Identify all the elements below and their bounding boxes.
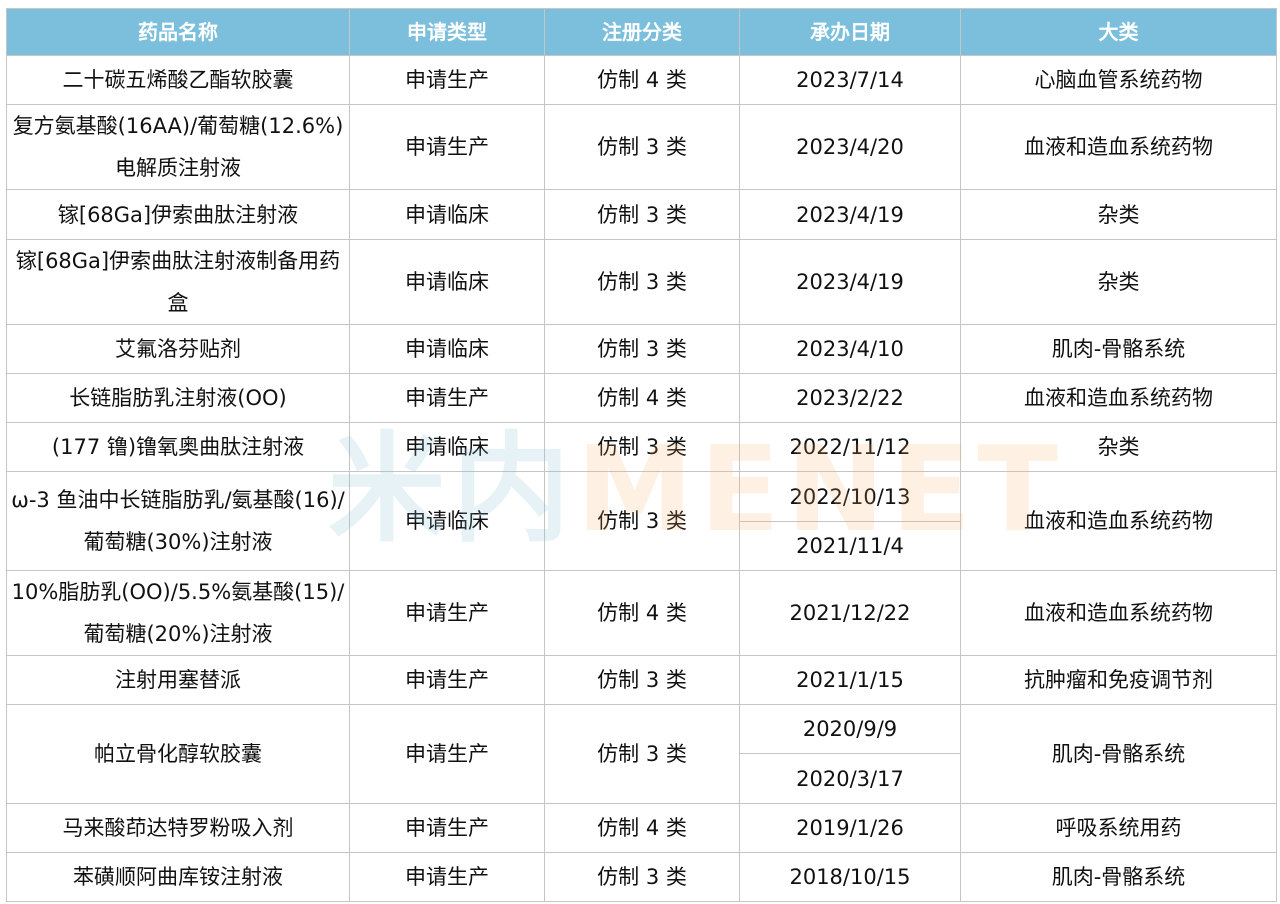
table-header-row: 药品名称 申请类型 注册分类 承办日期 大类 [6, 8, 1277, 56]
header-acceptance-date: 承办日期 [739, 8, 961, 56]
application-type-cell: 申请生产 [349, 802, 545, 853]
application-type-cell: 申请临床 [349, 323, 545, 375]
application-type-cell: 申请临床 [349, 471, 545, 571]
drug-name-cell: (177 镥)镥氧奥曲肽注射液 [6, 422, 350, 473]
registration-class-cell: 仿制 3 类 [544, 851, 740, 903]
acceptance-date-cell: 2018/10/15 [739, 851, 961, 903]
application-type-cell: 申请临床 [349, 238, 545, 325]
table-row: 10%脂肪乳(OO)/5.5%氨基酸(15)/葡萄糖(20%)注射液 申请生产 … [6, 569, 1277, 657]
category-cell: 呼吸系统用药 [960, 802, 1277, 853]
acceptance-date-cell: 2020/9/9 [739, 704, 961, 755]
registration-class-cell: 仿制 3 类 [544, 323, 740, 375]
drug-name-cell: ω-3 鱼油中长链脂肪乳/氨基酸(16)/葡萄糖(30%)注射液 [6, 471, 350, 571]
table-row: 镓[68Ga]伊索曲肽注射液 申请临床 仿制 3 类 2023/4/19 杂类 [6, 189, 1277, 240]
header-category: 大类 [960, 8, 1277, 56]
table-row: 帕立骨化醇软胶囊 申请生产 仿制 3 类 2020/9/9 肌肉-骨骼系统 [6, 704, 1277, 804]
acceptance-date-cell: 2023/7/14 [739, 54, 961, 106]
application-type-cell: 申请生产 [349, 569, 545, 657]
header-registration-class: 注册分类 [544, 8, 740, 56]
registration-class-cell: 仿制 3 类 [544, 189, 740, 240]
table-row: 复方氨基酸(16AA)/葡萄糖(12.6%)电解质注射液 申请生产 仿制 3 类… [6, 104, 1277, 191]
application-type-cell: 申请生产 [349, 655, 545, 706]
table-row: 苯磺顺阿曲库铵注射液 申请生产 仿制 3 类 2018/10/15 肌肉-骨骼系… [6, 851, 1277, 903]
drug-registration-table: 药品名称 申请类型 注册分类 承办日期 大类 二十碳五烯酸乙酯软胶囊 申请生产 … [6, 8, 1277, 903]
registration-class-cell: 仿制 3 类 [544, 655, 740, 706]
category-cell: 肌肉-骨骼系统 [960, 704, 1277, 804]
category-cell: 肌肉-骨骼系统 [960, 323, 1277, 375]
drug-name-cell: 苯磺顺阿曲库铵注射液 [6, 851, 350, 903]
table-row: 镓[68Ga]伊索曲肽注射液制备用药盒 申请临床 仿制 3 类 2023/4/1… [6, 238, 1277, 325]
header-drug-name: 药品名称 [6, 8, 350, 56]
drug-name-cell: 二十碳五烯酸乙酯软胶囊 [6, 54, 350, 106]
registration-class-cell: 仿制 4 类 [544, 54, 740, 106]
drug-name-cell: 10%脂肪乳(OO)/5.5%氨基酸(15)/葡萄糖(20%)注射液 [6, 569, 350, 657]
acceptance-date-cell: 2021/11/4 [739, 520, 961, 571]
table-row: 注射用塞替派 申请生产 仿制 3 类 2021/1/15 抗肿瘤和免疫调节剂 [6, 655, 1277, 706]
acceptance-date-cell: 2022/10/13 [739, 471, 961, 522]
registration-class-cell: 仿制 3 类 [544, 238, 740, 325]
registration-class-cell: 仿制 3 类 [544, 471, 740, 571]
drug-name-cell: 马来酸茚达特罗粉吸入剂 [6, 802, 350, 853]
registration-class-cell: 仿制 4 类 [544, 373, 740, 424]
application-type-cell: 申请生产 [349, 851, 545, 903]
category-cell: 抗肿瘤和免疫调节剂 [960, 655, 1277, 706]
drug-name-cell: 复方氨基酸(16AA)/葡萄糖(12.6%)电解质注射液 [6, 104, 350, 191]
table-row: ω-3 鱼油中长链脂肪乳/氨基酸(16)/葡萄糖(30%)注射液 申请临床 仿制… [6, 471, 1277, 571]
category-cell: 杂类 [960, 422, 1277, 473]
application-type-cell: 申请生产 [349, 373, 545, 424]
header-application-type: 申请类型 [349, 8, 545, 56]
category-cell: 杂类 [960, 238, 1277, 325]
acceptance-date-cell: 2023/4/10 [739, 323, 961, 375]
acceptance-date-cell: 2019/1/26 [739, 802, 961, 853]
drug-name-cell: 艾氟洛芬贴剂 [6, 323, 350, 375]
acceptance-date-cell: 2022/11/12 [739, 422, 961, 473]
acceptance-date-cell: 2023/2/22 [739, 373, 961, 424]
application-type-cell: 申请生产 [349, 54, 545, 106]
category-cell: 肌肉-骨骼系统 [960, 851, 1277, 903]
drug-name-cell: 注射用塞替派 [6, 655, 350, 706]
application-type-cell: 申请临床 [349, 189, 545, 240]
registration-class-cell: 仿制 3 类 [544, 104, 740, 191]
category-cell: 血液和造血系统药物 [960, 373, 1277, 424]
table-row: (177 镥)镥氧奥曲肽注射液 申请临床 仿制 3 类 2022/11/12 杂… [6, 422, 1277, 473]
drug-name-cell: 帕立骨化醇软胶囊 [6, 704, 350, 804]
acceptance-date-cell: 2023/4/19 [739, 189, 961, 240]
application-type-cell: 申请生产 [349, 704, 545, 804]
drug-name-cell: 镓[68Ga]伊索曲肽注射液 [6, 189, 350, 240]
acceptance-date-cell: 2023/4/20 [739, 104, 961, 191]
drug-name-cell: 长链脂肪乳注射液(OO) [6, 373, 350, 424]
drug-name-cell: 镓[68Ga]伊索曲肽注射液制备用药盒 [6, 238, 350, 325]
table-row: 艾氟洛芬贴剂 申请临床 仿制 3 类 2023/4/10 肌肉-骨骼系统 [6, 323, 1277, 375]
acceptance-date-cell: 2020/3/17 [739, 753, 961, 804]
category-cell: 血液和造血系统药物 [960, 471, 1277, 571]
application-type-cell: 申请临床 [349, 422, 545, 473]
table-row: 马来酸茚达特罗粉吸入剂 申请生产 仿制 4 类 2019/1/26 呼吸系统用药 [6, 802, 1277, 853]
category-cell: 血液和造血系统药物 [960, 569, 1277, 657]
acceptance-date-cell: 2021/1/15 [739, 655, 961, 706]
registration-class-cell: 仿制 4 类 [544, 802, 740, 853]
application-type-cell: 申请生产 [349, 104, 545, 191]
acceptance-date-cell: 2023/4/19 [739, 238, 961, 325]
registration-class-cell: 仿制 4 类 [544, 569, 740, 657]
category-cell: 杂类 [960, 189, 1277, 240]
category-cell: 心脑血管系统药物 [960, 54, 1277, 106]
registration-class-cell: 仿制 3 类 [544, 422, 740, 473]
acceptance-date-cell: 2021/12/22 [739, 569, 961, 657]
registration-class-cell: 仿制 3 类 [544, 704, 740, 804]
category-cell: 血液和造血系统药物 [960, 104, 1277, 191]
table-row: 二十碳五烯酸乙酯软胶囊 申请生产 仿制 4 类 2023/7/14 心脑血管系统… [6, 54, 1277, 106]
table-row: 长链脂肪乳注射液(OO) 申请生产 仿制 4 类 2023/2/22 血液和造血… [6, 373, 1277, 424]
